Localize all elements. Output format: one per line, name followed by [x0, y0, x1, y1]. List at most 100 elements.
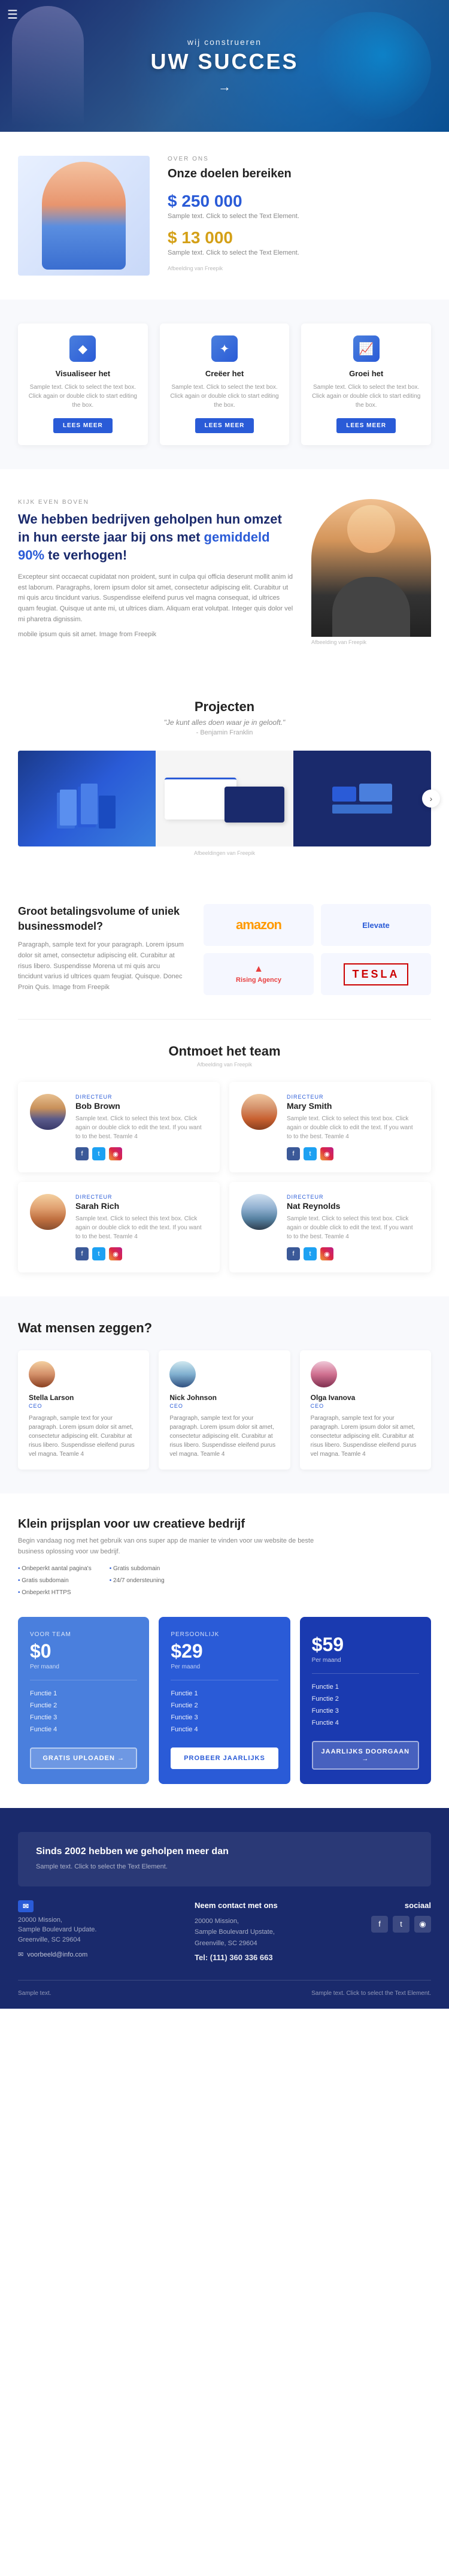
- price-features-personal: Functie 1 Functie 2 Functie 3 Functie 4: [171, 1688, 278, 1736]
- twitter-icon-mary[interactable]: t: [304, 1147, 317, 1160]
- feature-btn-1[interactable]: LEES MEER: [53, 418, 113, 433]
- rising-logo-text: ▲ Rising Agency: [236, 963, 281, 984]
- price-feature-personal-4: Functie 4: [171, 1724, 278, 1736]
- testimonial-content: KIJK EVEN BOVEN We hebben bedrijven geho…: [18, 499, 293, 645]
- hero-handshake-decoration: [311, 12, 431, 120]
- goal-amount-1: $ 250 000: [168, 192, 431, 211]
- hero-text-block: wij construeren UW SUCCES →: [150, 37, 298, 95]
- project-books: [18, 751, 156, 846]
- price-features-free: Functie 1 Functie 2 Functie 3 Functie 4: [30, 1688, 137, 1736]
- books-svg: [51, 775, 123, 835]
- team-desc-sarah: Sample text. Click to select this text b…: [75, 1214, 208, 1241]
- footer-email: ✉ voorbeeld@info.com: [18, 1951, 177, 1958]
- project-slide-3: [293, 751, 431, 846]
- price-feature-pro-3: Functie 3: [312, 1705, 419, 1717]
- social-icons-mary: f t ◉: [287, 1147, 419, 1160]
- team-info-nat: DIRECTEUR Nat Reynolds Sample text. Clic…: [287, 1194, 419, 1260]
- since-content: Sinds 2002 hebben we geholpen meer dan S…: [36, 1846, 413, 1872]
- team-img-label: Afbeelding van Freepik: [18, 1062, 431, 1068]
- footer-instagram-icon[interactable]: ◉: [414, 1916, 431, 1933]
- team-name-sarah: Sarah Rich: [75, 1201, 208, 1211]
- feature-title-1: Visualiseer het: [28, 369, 138, 378]
- avatar-sarah: [30, 1194, 66, 1230]
- feature-title-2: Creëer het: [169, 369, 280, 378]
- hero-subtitle: wij construeren: [150, 37, 298, 47]
- carousel-next-arrow[interactable]: ›: [422, 790, 440, 808]
- footer-social-title: sociaal: [371, 1901, 431, 1910]
- price-btn-personal[interactable]: Probeer Jaarlijks: [171, 1747, 278, 1769]
- social-icons-nat: f t ◉: [287, 1247, 419, 1260]
- price-label-free: Voor team: [30, 1631, 137, 1638]
- twitter-icon-bob[interactable]: t: [92, 1147, 105, 1160]
- instagram-icon-mary[interactable]: ◉: [320, 1147, 333, 1160]
- twitter-icon-nat[interactable]: t: [304, 1247, 317, 1260]
- feature-card-2: ✦ Creëer het Sample text. Click to selec…: [160, 323, 290, 445]
- footer-social-icons: f t ◉: [371, 1916, 431, 1933]
- partner-logo-tesla: TESLA: [321, 953, 431, 995]
- price-feature-pro-4: Functie 4: [312, 1717, 419, 1729]
- price-amount-personal: $29: [171, 1640, 278, 1662]
- footer-section: Sinds 2002 hebben we geholpen meer dan S…: [0, 1808, 449, 2009]
- test-title-nick: CEO: [169, 1403, 279, 1409]
- price-btn-pro[interactable]: Jaarlijks doorgaan →: [312, 1741, 419, 1770]
- facebook-icon-nat[interactable]: f: [287, 1247, 300, 1260]
- hero-arrow[interactable]: →: [150, 79, 298, 95]
- price-feature-pro-2: Functie 2: [312, 1693, 419, 1705]
- pricing-intro-title: Klein prijsplan voor uw creatieve bedrij…: [18, 1517, 431, 1531]
- goal-item-2: $ 13 000 Sample text. Click to select th…: [168, 228, 431, 258]
- since-title: Sinds 2002 hebben we geholpen meer dan: [36, 1846, 413, 1857]
- project-slide-2: [156, 751, 293, 846]
- partner-logo-rising: ▲ Rising Agency: [204, 953, 314, 995]
- price-period-pro: Per maand: [312, 1657, 419, 1664]
- footer-phone: Tel: (111) 360 336 663: [195, 1953, 353, 1962]
- person-photo: [311, 499, 431, 637]
- test-text-stella: Paragraph, sample text for your paragrap…: [29, 1414, 138, 1459]
- partners-logos: amazon Elevate ▲ Rising Agency TESLA: [204, 904, 431, 995]
- avatar-bob: [30, 1094, 66, 1130]
- goal-desc-1: Sample text. Click to select the Text El…: [168, 212, 431, 221]
- price-btn-free[interactable]: Gratis uploaden →: [30, 1747, 137, 1769]
- team-info-bob: DIRECTEUR Bob Brown Sample text. Click t…: [75, 1094, 208, 1160]
- feature-desc-1: Sample text. Click to select the text bo…: [28, 383, 138, 410]
- team-title: Ontmoet het team: [18, 1044, 431, 1059]
- footer-address: 20000 Mission, Sample Boulevard Upstate,…: [195, 1916, 353, 1949]
- testimonial-img-label: Afbeelding van Freepik: [311, 639, 431, 645]
- team-desc-mary: Sample text. Click to select this text b…: [287, 1114, 419, 1141]
- pricing-section: Voor team $0 Per maand Functie 1 Functie…: [0, 1611, 449, 1808]
- instagram-icon-bob[interactable]: ◉: [109, 1147, 122, 1160]
- footer-facebook-icon[interactable]: f: [371, 1916, 388, 1933]
- instagram-icon-sarah[interactable]: ◉: [109, 1247, 122, 1260]
- test-avatar-olga: [311, 1361, 337, 1387]
- testimonial-text: We hebben bedrijven geholpen hun omzet i…: [18, 510, 293, 564]
- projects-img-label: Afbeeldingen van Freepik: [18, 850, 431, 856]
- footer-twitter-icon[interactable]: t: [393, 1916, 409, 1933]
- test-name-olga: Olga Ivanova: [311, 1393, 420, 1402]
- price-feature-personal-3: Functie 3: [171, 1712, 278, 1724]
- pricing-features-list: Onbeperkt aantal pagina's Gratis subdoma…: [18, 1563, 431, 1599]
- goals-content: OVER ONS Onze doelen bereiken $ 250 000 …: [168, 156, 431, 276]
- pricing-feat-2: Gratis subdomain: [18, 1575, 92, 1587]
- price-feature-personal-2: Functie 2: [171, 1700, 278, 1712]
- team-card-bob: DIRECTEUR Bob Brown Sample text. Click t…: [18, 1082, 220, 1172]
- elevate-logo-text: Elevate: [362, 921, 390, 930]
- hamburger-menu[interactable]: ☰: [7, 7, 18, 22]
- team-grid: DIRECTEUR Bob Brown Sample text. Click t…: [18, 1082, 431, 1272]
- team-name-bob: Bob Brown: [75, 1101, 208, 1111]
- project-graphic: [326, 775, 398, 823]
- facebook-icon-bob[interactable]: f: [75, 1147, 89, 1160]
- test-title-stella: CEO: [29, 1403, 138, 1409]
- projects-carousel-wrap: ›: [18, 751, 431, 846]
- feature-btn-2[interactable]: LEES MEER: [195, 418, 254, 433]
- feature-btn-3[interactable]: LEES MEER: [336, 418, 396, 433]
- goals-section: OVER ONS Onze doelen bereiken $ 250 000 …: [0, 132, 449, 300]
- footer-social: sociaal f t ◉: [371, 1901, 431, 1962]
- team-card-mary: DIRECTEUR Mary Smith Sample text. Click …: [229, 1082, 431, 1172]
- facebook-icon-mary[interactable]: f: [287, 1147, 300, 1160]
- team-name-nat: Nat Reynolds: [287, 1201, 419, 1211]
- pricing-feat-3: Onbeperkt HTTPS: [18, 1587, 92, 1599]
- twitter-icon-sarah[interactable]: t: [92, 1247, 105, 1260]
- instagram-icon-nat[interactable]: ◉: [320, 1247, 333, 1260]
- facebook-icon-sarah[interactable]: f: [75, 1247, 89, 1260]
- partners-section: Groot betalingsvolume of uniek businessm…: [0, 880, 449, 1019]
- testimonials-grid: Stella Larson CEO Paragraph, sample text…: [18, 1350, 431, 1470]
